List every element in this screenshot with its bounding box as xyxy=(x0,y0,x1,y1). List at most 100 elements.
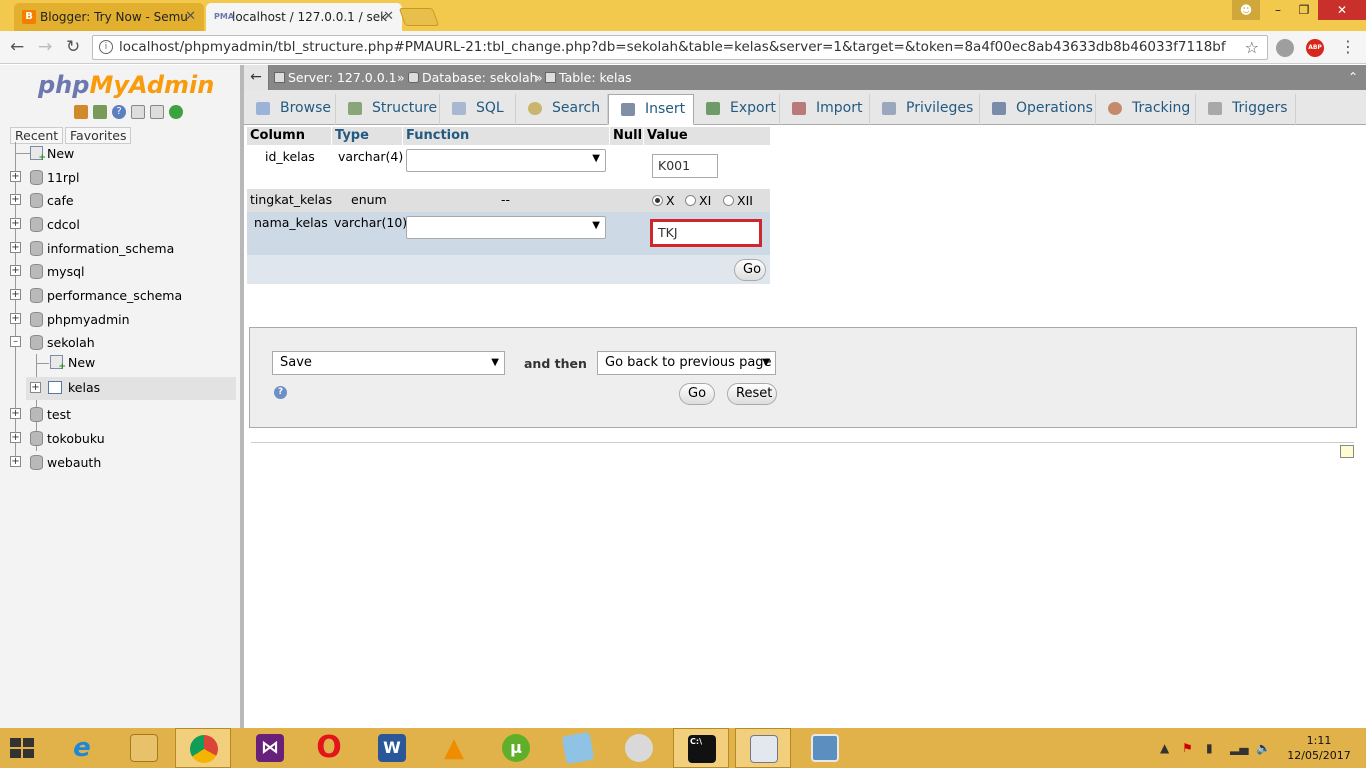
show-hidden-icons[interactable]: ▲ xyxy=(1160,741,1169,755)
expand-icon[interactable]: + xyxy=(10,194,21,205)
command-prompt-icon[interactable]: C:\ xyxy=(673,728,729,768)
tree-item-kelas[interactable]: + kelas xyxy=(26,377,236,400)
help-icon[interactable]: ? xyxy=(112,105,126,119)
minimize-icon[interactable]: – xyxy=(1264,0,1292,20)
console-icon[interactable] xyxy=(1340,445,1354,458)
reset-button[interactable]: Reset xyxy=(727,383,777,405)
function-select[interactable]: ▼ xyxy=(406,149,606,172)
expand-icon[interactable]: + xyxy=(10,408,21,419)
help-icon[interactable]: ? xyxy=(274,386,287,399)
collapse-navigation-icon[interactable]: ← xyxy=(244,65,269,90)
forward-arrow-icon[interactable]: → xyxy=(38,37,52,57)
expand-icon[interactable]: + xyxy=(10,218,21,229)
favorite-tables-button[interactable]: Favorites xyxy=(65,127,132,144)
paint-icon[interactable] xyxy=(611,728,667,768)
microsoft-word-icon[interactable]: W xyxy=(364,728,420,768)
tab-structure[interactable]: Structure xyxy=(336,94,440,125)
recent-tables-button[interactable]: Recent xyxy=(10,127,64,144)
chrome-menu-icon[interactable]: ⋮ xyxy=(1340,37,1356,56)
close-tab-icon[interactable]: ✕ xyxy=(185,9,196,24)
bookmark-star-icon[interactable]: ☆ xyxy=(1245,36,1259,59)
database-icon xyxy=(30,264,43,279)
tab-privileges[interactable]: Privileges xyxy=(870,94,980,125)
enum-option-xii[interactable]: XII xyxy=(723,193,753,208)
reload-icon[interactable]: ↻ xyxy=(66,37,80,57)
system-clock[interactable]: 1:11 12/05/2017 xyxy=(1284,733,1354,763)
resource-monitor-icon[interactable] xyxy=(735,728,791,768)
expand-icon[interactable]: + xyxy=(30,382,41,393)
insert-action-fieldset: Save ▼ and then Go back to previous page ▼… xyxy=(249,327,1357,428)
expand-icon[interactable]: + xyxy=(10,456,21,467)
save-mode-select[interactable]: Save ▼ xyxy=(272,351,505,375)
tab-tracking[interactable]: Tracking xyxy=(1096,94,1196,125)
window-close-icon[interactable]: ✕ xyxy=(1318,0,1366,20)
browser-tab-blogger[interactable]: B Blogger: Try Now - Semu ✕ xyxy=(14,3,204,31)
settings-icon[interactable] xyxy=(150,105,164,119)
breadcrumb-database[interactable]: Database: sekolah xyxy=(408,65,538,90)
id-kelas-input[interactable]: K001 xyxy=(652,154,718,178)
go-button[interactable]: Go xyxy=(679,383,715,405)
tab-search[interactable]: Search xyxy=(516,94,608,125)
expand-icon[interactable]: + xyxy=(10,171,21,182)
expand-icon[interactable]: + xyxy=(10,313,21,324)
notepad-icon[interactable] xyxy=(550,728,606,768)
opera-icon[interactable]: O xyxy=(301,728,357,768)
adblock-plus-icon[interactable]: ABP xyxy=(1306,39,1324,57)
database-icon xyxy=(408,72,419,83)
docs-icon[interactable] xyxy=(131,105,145,119)
select-value: Go back to previous page xyxy=(605,355,772,370)
battery-icon[interactable]: ▮ xyxy=(1206,741,1213,755)
internet-explorer-icon[interactable]: e xyxy=(54,728,110,768)
expand-icon[interactable]: + xyxy=(10,289,21,300)
breadcrumb-separator: » xyxy=(397,70,405,85)
go-button[interactable]: Go xyxy=(734,259,766,281)
volume-icon[interactable]: 🔈 xyxy=(1256,741,1271,755)
tab-import[interactable]: Import xyxy=(780,94,870,125)
enum-option-xi[interactable]: XI xyxy=(685,193,711,208)
home-icon[interactable] xyxy=(74,105,88,119)
breadcrumb-server[interactable]: Server: 127.0.0.1 xyxy=(274,65,397,90)
back-arrow-icon[interactable]: ← xyxy=(10,37,24,57)
collapse-icon[interactable]: – xyxy=(10,336,21,347)
vlc-icon[interactable]: ▲ xyxy=(426,728,482,768)
close-tab-icon[interactable]: ✕ xyxy=(383,9,394,24)
tab-export[interactable]: Export xyxy=(694,94,780,125)
network-signal-icon[interactable]: ▂▄ xyxy=(1230,741,1248,755)
expand-icon[interactable]: + xyxy=(10,432,21,443)
phpmyadmin-logo[interactable]: phpMyAdmin xyxy=(38,71,214,99)
after-insert-select[interactable]: Go back to previous page ▼ xyxy=(597,351,776,375)
function-select[interactable]: ▼ xyxy=(406,216,606,239)
expand-icon[interactable]: + xyxy=(10,242,21,253)
collapse-top-menu-icon[interactable]: ⌃ xyxy=(1348,65,1358,90)
extension-icon[interactable] xyxy=(1276,39,1294,57)
tab-browse[interactable]: Browse xyxy=(244,94,336,125)
reload-navigation-icon[interactable] xyxy=(169,105,183,119)
tab-sql[interactable]: SQL xyxy=(440,94,516,125)
maximize-icon[interactable]: ❐ xyxy=(1290,0,1318,20)
tab-triggers[interactable]: Triggers xyxy=(1196,94,1296,125)
enum-option-x[interactable]: X xyxy=(652,193,675,208)
tab-operations[interactable]: Operations xyxy=(980,94,1096,125)
nav-resize-handle[interactable] xyxy=(240,65,244,728)
user-profile-icon[interactable]: ☻ xyxy=(1232,0,1260,20)
new-tab-button[interactable] xyxy=(398,8,440,26)
photos-icon[interactable] xyxy=(797,728,853,768)
expand-icon[interactable]: + xyxy=(10,265,21,276)
chrome-icon[interactable] xyxy=(175,728,231,768)
tab-insert[interactable]: Insert xyxy=(608,94,694,125)
logout-icon[interactable] xyxy=(93,105,107,119)
tab-label: Browse xyxy=(280,100,331,116)
windows-start-icon[interactable] xyxy=(10,738,34,758)
action-center-icon[interactable]: ⚑ xyxy=(1182,741,1193,755)
database-icon xyxy=(30,455,43,470)
visual-studio-icon[interactable]: ⋈ xyxy=(242,728,298,768)
page-info-icon[interactable]: i xyxy=(99,40,113,54)
logo-php-text: php xyxy=(38,71,90,99)
browser-tab-phpmyadmin[interactable]: PMA localhost / 127.0.0.1 / sek ✕ xyxy=(206,3,402,31)
nama-kelas-input[interactable]: TKJ xyxy=(650,219,762,247)
breadcrumb-table[interactable]: Table: kelas xyxy=(545,65,632,90)
file-explorer-icon[interactable] xyxy=(116,728,172,768)
address-bar[interactable]: i localhost/phpmyadmin/tbl_structure.php… xyxy=(92,35,1268,60)
utorrent-icon[interactable]: μ xyxy=(488,728,544,768)
tree-item-label: 11rpl xyxy=(47,170,80,185)
